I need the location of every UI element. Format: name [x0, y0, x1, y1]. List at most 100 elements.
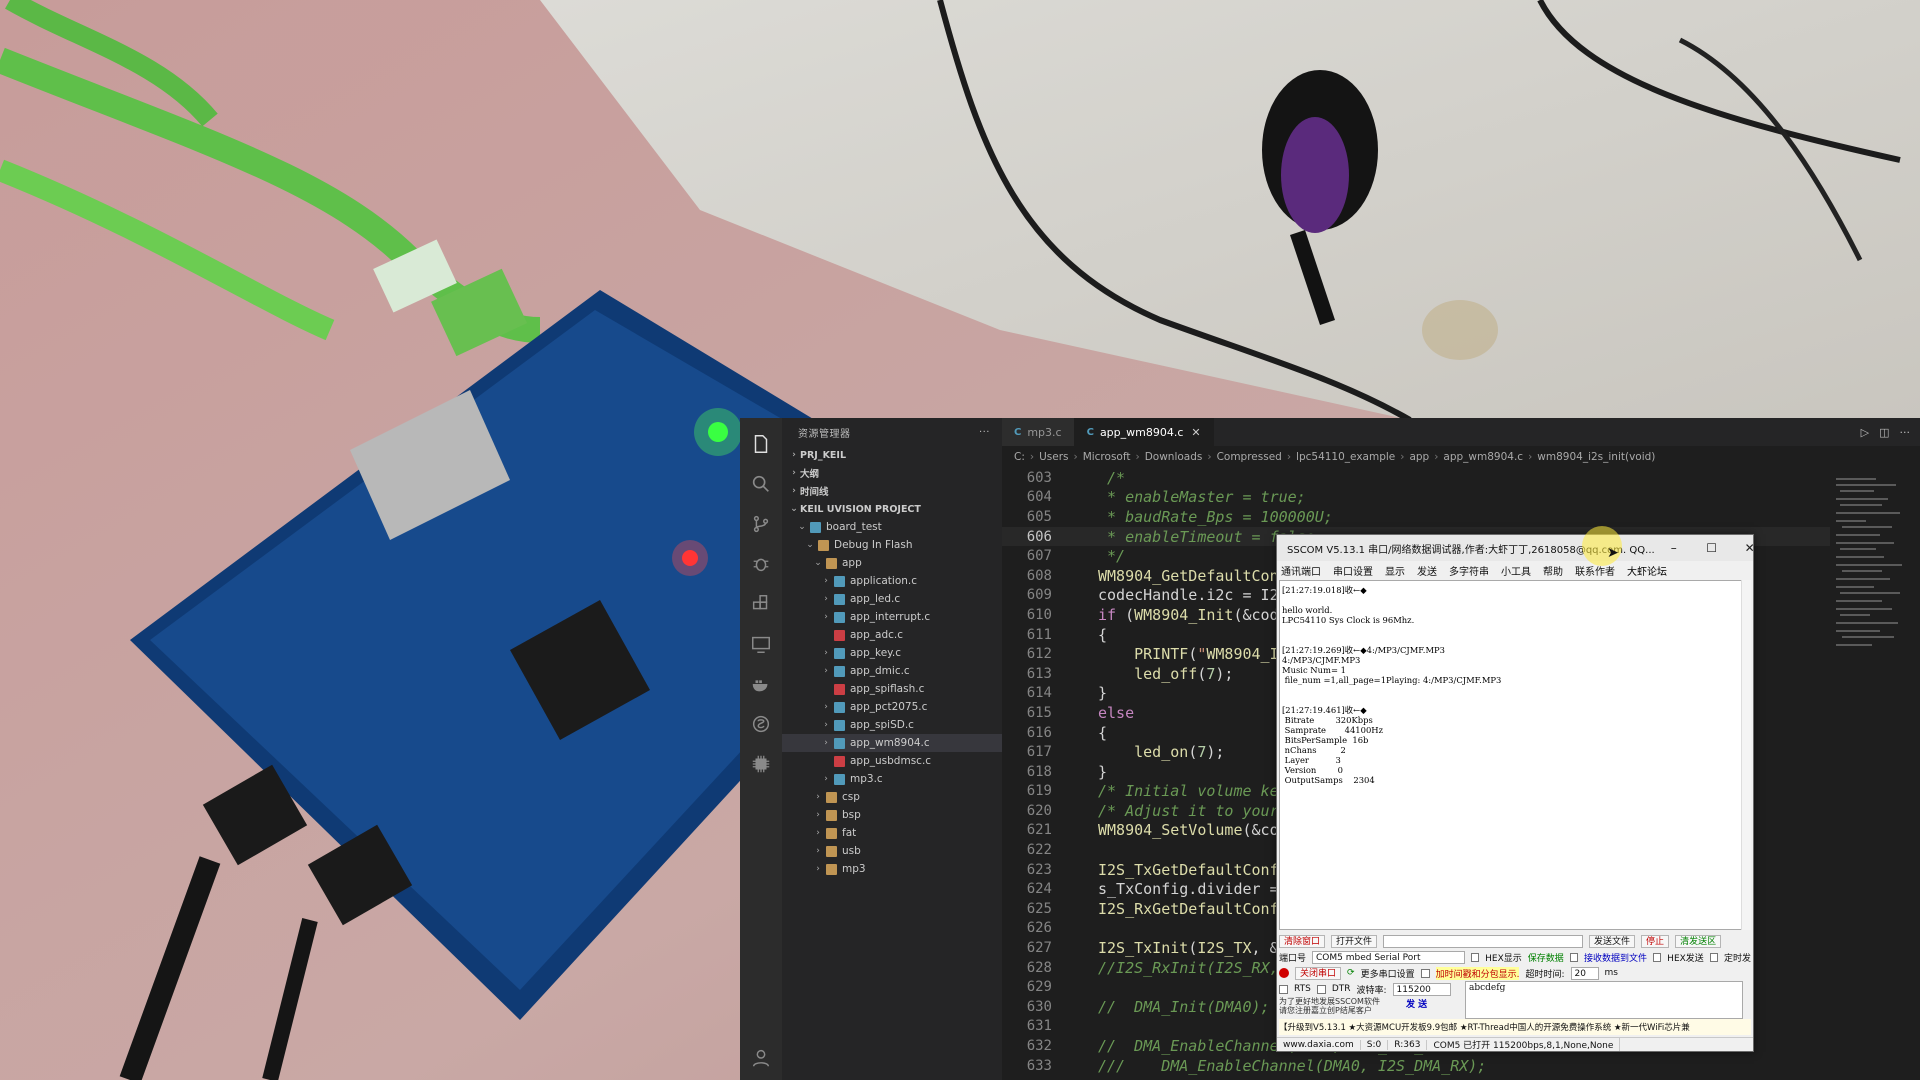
hex-send-checkbox[interactable]	[1652, 952, 1662, 962]
tree-file[interactable]: › app_pct2075.c	[782, 698, 1002, 716]
source-control-icon[interactable]	[748, 511, 774, 537]
close-icon[interactable]: ✕	[1731, 541, 1753, 555]
sscom-menu-item[interactable]: 多字符串	[1449, 563, 1489, 578]
close-port-button[interactable]: 关闭串口	[1295, 966, 1342, 980]
tree-file[interactable]: › app_spiSD.c	[782, 716, 1002, 734]
remote-explorer-icon[interactable]	[748, 631, 774, 657]
breadcrumb-separator-icon: ›	[1029, 451, 1035, 463]
breadcrumb-item[interactable]: lpc54110_example	[1296, 451, 1395, 463]
split-editor-icon[interactable]: ◫	[1879, 426, 1889, 439]
send-input[interactable]: abcdefg	[1465, 981, 1743, 1019]
clear-send-button[interactable]: 清发送区	[1675, 934, 1722, 948]
more-port-settings-button[interactable]: 更多串口设置	[1361, 967, 1415, 980]
section-timeline[interactable]: › 时间线	[782, 482, 1002, 500]
sscom-titlebar[interactable]: SSCOM V5.13.1 串口/网络数据调试器,作者:大虾丁丁,2618058…	[1277, 535, 1753, 561]
extensions-icon[interactable]	[748, 591, 774, 617]
c-file-icon	[834, 683, 845, 695]
baud-select[interactable]: 115200	[1392, 982, 1451, 996]
chip-icon[interactable]	[748, 751, 774, 777]
tree-file[interactable]: › app_key.c	[782, 644, 1002, 662]
dtr-checkbox[interactable]	[1316, 984, 1326, 994]
tree-folder[interactable]: › bsp	[782, 806, 1002, 824]
hex-show-checkbox[interactable]	[1470, 952, 1480, 962]
section-outline[interactable]: › 大纲	[782, 464, 1002, 482]
c-file-icon	[834, 719, 845, 731]
status-website[interactable]: www.daxia.com	[1277, 1039, 1361, 1050]
refresh-icon[interactable]: ⟳	[1347, 968, 1355, 978]
minimap[interactable]	[1830, 468, 1920, 1080]
breadcrumb-item[interactable]: Downloads	[1145, 451, 1203, 463]
breadcrumb-item[interactable]: C:	[1014, 451, 1025, 463]
sscom-menu-item[interactable]: 显示	[1385, 563, 1405, 578]
sscom-menu-item[interactable]: 帮助	[1543, 563, 1563, 578]
tree-folder[interactable]: › fat	[782, 824, 1002, 842]
search-icon[interactable]	[748, 471, 774, 497]
c-file-icon	[834, 665, 845, 677]
recv-to-file-checkbox[interactable]	[1569, 952, 1578, 962]
debug-icon[interactable]	[748, 551, 774, 577]
rts-checkbox[interactable]	[1279, 984, 1288, 994]
clear-window-button[interactable]: 清除窗口	[1279, 934, 1326, 948]
port-select[interactable]: COM5 mbed Serial Port	[1312, 950, 1465, 964]
tab-app-wm8904[interactable]: Capp_wm8904.c ✕	[1074, 418, 1214, 446]
code-line[interactable]: 633 /// DMA_EnableChannel(DMA0, I2S_DMA_R…	[1002, 1056, 1830, 1076]
run-icon[interactable]: ▷	[1861, 426, 1869, 439]
tree-file[interactable]: app_usbdmsc.c	[782, 752, 1002, 770]
tree-file[interactable]: app_adc.c	[782, 626, 1002, 644]
tree-file[interactable]: › app_led.c	[782, 590, 1002, 608]
close-icon[interactable]: ✕	[1191, 426, 1200, 439]
file-path-field[interactable]	[1383, 934, 1584, 948]
send-file-button[interactable]: 发送文件	[1589, 934, 1636, 948]
tree-file[interactable]: › app_dmic.c	[782, 662, 1002, 680]
c-file-icon	[834, 755, 845, 767]
breadcrumb-item[interactable]: Microsoft	[1083, 451, 1131, 463]
tab-mp3[interactable]: Cmp3.c	[1002, 418, 1075, 446]
breadcrumb-item[interactable]: Compressed	[1217, 451, 1282, 463]
breadcrumb-item[interactable]: Users	[1039, 451, 1068, 463]
breadcrumb-item[interactable]: app_wm8904.c	[1443, 451, 1523, 463]
sscom-menu-item[interactable]: 发送	[1417, 563, 1437, 578]
open-file-button[interactable]: 打开文件	[1331, 934, 1378, 948]
code-line[interactable]: 604 * enableMaster = true;	[1002, 488, 1830, 508]
timeout-input[interactable]: 20	[1570, 966, 1599, 980]
tree-file[interactable]: › mp3.c	[782, 770, 1002, 788]
tree-file[interactable]: › application.c	[782, 572, 1002, 590]
status-port-info: COM5 已打开 115200bps,8,1,None,None	[1427, 1038, 1621, 1051]
stop-button[interactable]: 停止	[1641, 934, 1670, 948]
more-actions-icon[interactable]: ···	[1900, 426, 1911, 439]
line-number: 624	[1026, 881, 1052, 898]
line-number: 625	[1026, 900, 1052, 917]
tree-file[interactable]: app_spiflash.c	[782, 680, 1002, 698]
save-data-button[interactable]: 保存数据	[1528, 951, 1564, 964]
tree-target[interactable]: ⌄ Debug In Flash	[782, 536, 1002, 554]
sscom-menu-item[interactable]: 通讯端口	[1281, 563, 1321, 578]
breadcrumb-item[interactable]: app	[1409, 451, 1429, 463]
tree-folder[interactable]: › mp3	[782, 860, 1002, 878]
send-button[interactable]: 发 送	[1406, 997, 1427, 1010]
minimize-icon[interactable]: –	[1655, 541, 1693, 555]
sscom-menu-item[interactable]: 串口设置	[1333, 563, 1373, 578]
explorer-icon[interactable]	[748, 431, 774, 457]
gitlens-icon[interactable]	[748, 711, 774, 737]
code-line[interactable]: 603 /*	[1002, 468, 1830, 488]
more-actions-icon[interactable]: ···	[979, 427, 990, 438]
breadcrumb-item[interactable]: wm8904_i2s_init(void)	[1537, 451, 1655, 463]
receive-scrollbar[interactable]	[1741, 580, 1751, 930]
timestamp-checkbox[interactable]	[1420, 968, 1430, 978]
tree-folder-app[interactable]: ⌄ app	[782, 554, 1002, 572]
sscom-menu-item[interactable]: 小工具	[1501, 563, 1531, 578]
tree-project[interactable]: ⌄ board_test	[782, 518, 1002, 536]
code-line[interactable]: 605 * baudRate_Bps = 100000U;	[1002, 507, 1830, 527]
tree-folder[interactable]: › usb	[782, 842, 1002, 860]
tree-file[interactable]: › app_interrupt.c	[782, 608, 1002, 626]
tree-folder[interactable]: › csp	[782, 788, 1002, 806]
timed-send-checkbox[interactable]	[1709, 952, 1718, 962]
account-icon[interactable]	[748, 1045, 774, 1071]
sscom-menu-item[interactable]: 大虾论坛	[1627, 563, 1667, 578]
tree-file-selected[interactable]: › app_wm8904.c	[782, 734, 1002, 752]
receive-area[interactable]: [21:27:19.018]收←◆ hello world. LPC54110 …	[1279, 580, 1743, 930]
section-prj-keil[interactable]: › PRJ_KEIL	[782, 446, 1002, 464]
maximize-icon[interactable]: ☐	[1693, 541, 1731, 555]
section-keil-project[interactable]: ⌄ KEIL UVISION PROJECT	[782, 500, 1002, 518]
docker-icon[interactable]	[748, 671, 774, 697]
